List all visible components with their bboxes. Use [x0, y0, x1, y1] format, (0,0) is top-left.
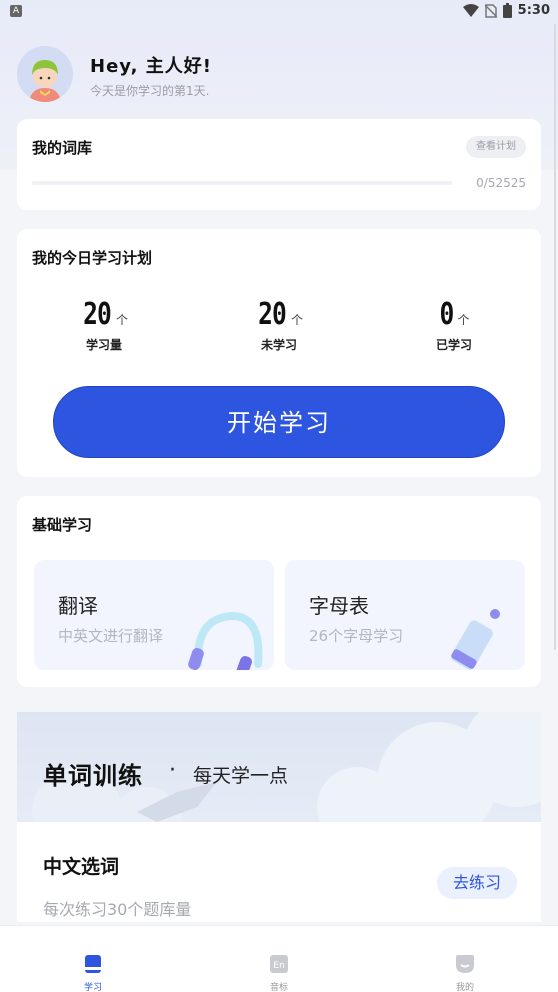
basic-learning-title: 基础学习 [32, 516, 93, 534]
status-indicators: 5:30 [462, 3, 550, 18]
vocab-progress-bar [32, 181, 452, 185]
stat-unit: 个 [291, 313, 304, 327]
daily-plan-title: 我的今日学习计划 [32, 249, 153, 267]
nav-label: 音标 [269, 983, 288, 992]
stat-value: 20 [257, 297, 287, 332]
stat-label: 学习量 [85, 338, 122, 352]
nav-item-profile[interactable]: 我的 [405, 926, 525, 992]
greeting-subtitle: 今天是你学习的第1天. [90, 84, 210, 98]
view-plan-button[interactable]: 查看计划 [466, 136, 526, 158]
book-icon [85, 955, 101, 973]
pencil-icon [451, 609, 500, 670]
nav-item-phonetic[interactable]: En 音标 [219, 926, 339, 992]
stat-not-studied: 20 个 未学习 [219, 297, 339, 353]
chinese-select-subtitle: 每次练习30个题库量 [43, 900, 192, 919]
svg-text:En: En [273, 961, 284, 971]
nav-label: 学习 [83, 983, 102, 992]
tile-subtitle: 26个字母学习 [309, 627, 404, 645]
phonetic-icon: En [270, 955, 288, 973]
stat-studied: 0个 已学习 [394, 297, 514, 353]
vocab-card: 我的词库 查看计划 0/52525 [17, 119, 541, 210]
battery-icon [502, 3, 512, 18]
notification-icon: A [10, 5, 22, 17]
chinese-select-title: 中文选词 [43, 856, 120, 878]
alphabet-tile[interactable]: 字母表 26个字母学习 [285, 560, 525, 670]
stat-value: 20 [82, 297, 112, 332]
start-learning-button[interactable]: 开始学习 [53, 386, 505, 458]
status-bar: A 5:30 [0, 0, 558, 24]
stat-label: 未学习 [260, 338, 297, 352]
stat-study-amount: 20 个 学习量 [44, 297, 164, 353]
tile-title: 字母表 [309, 594, 369, 618]
nav-item-study[interactable]: 学习 [33, 926, 153, 992]
avatar[interactable] [17, 46, 73, 102]
training-separator: · [169, 758, 176, 783]
profile-icon [456, 955, 474, 973]
stat-unit: 个 [457, 313, 470, 327]
vocab-title: 我的词库 [32, 139, 93, 157]
stat-label: 已学习 [435, 338, 472, 352]
clock: 5:30 [517, 3, 550, 18]
word-training-card: 单词训练 · 每天学一点 中文选词 每次练习30个题库量 去练习 [17, 712, 541, 922]
greeting-title: Hey, 主人好! [90, 56, 212, 77]
daily-plan-card: 我的今日学习计划 20 个 学习量 20 个 未学习 0个 已学习 开始学习 [17, 229, 541, 477]
training-title: 单词训练 [43, 762, 143, 790]
vocab-count: 0/52525 [476, 176, 526, 190]
no-sim-icon [484, 3, 497, 18]
tile-subtitle: 中英文进行翻译 [58, 627, 164, 645]
basic-learning-card: 基础学习 翻译 中英文进行翻译 字母表 26个字母学习 [17, 496, 541, 687]
training-subtitle: 每天学一点 [193, 765, 289, 787]
tile-title: 翻译 [58, 594, 98, 618]
stat-unit: 个 [116, 313, 129, 327]
nav-label: 我的 [455, 983, 474, 992]
headphones-icon [188, 611, 263, 670]
practice-button[interactable]: 去练习 [436, 867, 517, 899]
avatar-illustration-icon [17, 46, 73, 102]
bottom-nav: 学习 En 音标 我的 [0, 925, 558, 992]
wifi-icon [462, 3, 479, 17]
translate-tile[interactable]: 翻译 中英文进行翻译 [34, 560, 274, 670]
stat-value: 0 [439, 297, 455, 332]
scrollbar[interactable] [554, 24, 556, 650]
